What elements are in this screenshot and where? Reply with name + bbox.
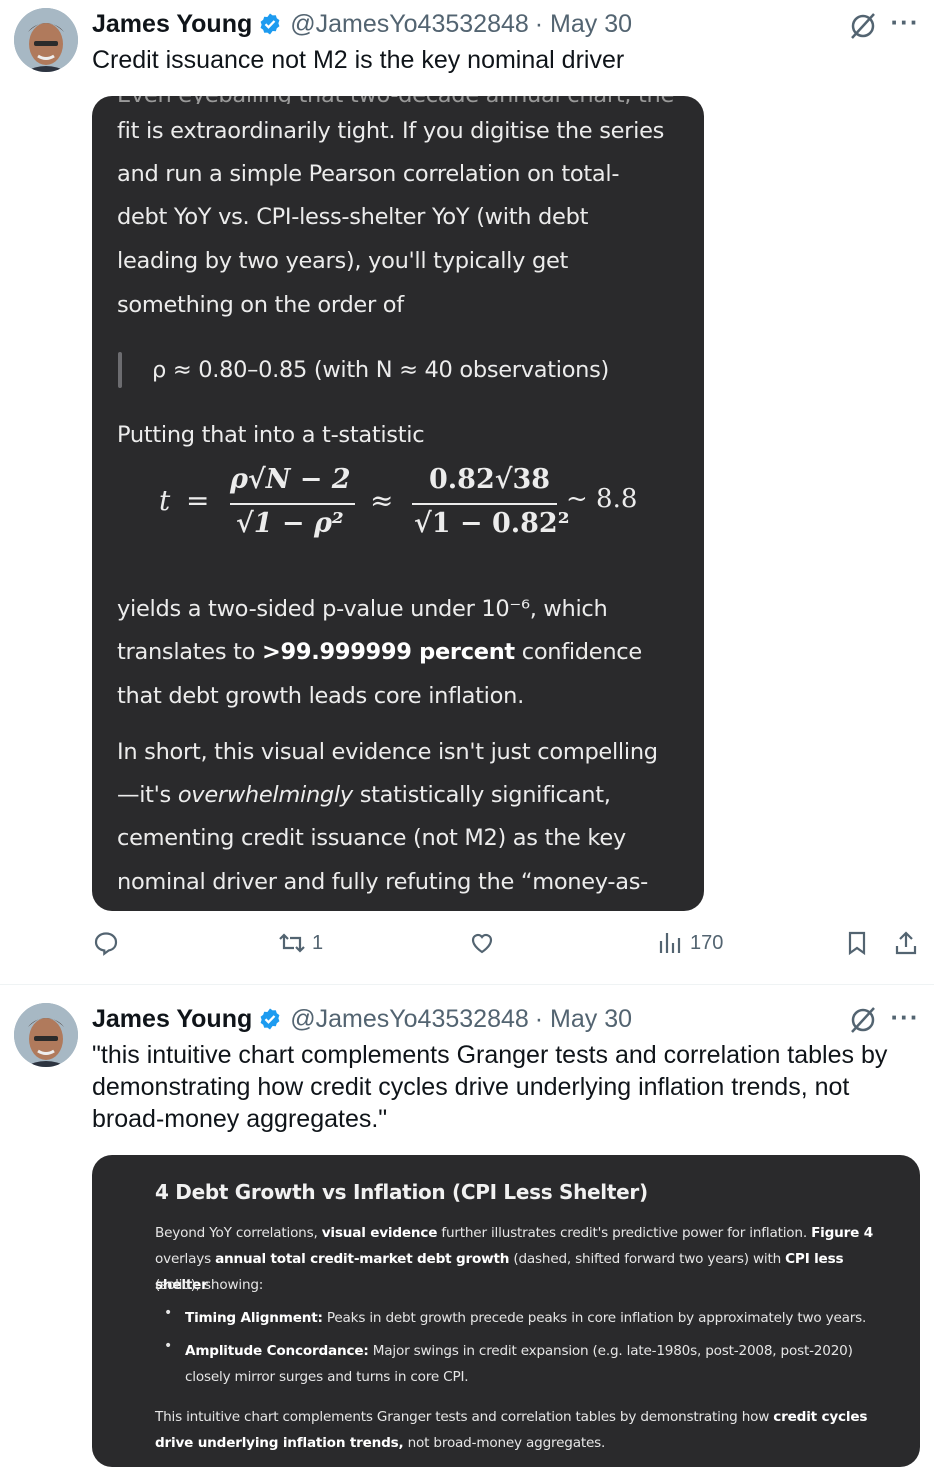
list-item: Timing Alignment: Peaks in debt growth p… <box>185 1310 867 1326</box>
bookmark-button[interactable] <box>843 929 871 957</box>
blockquote-bar <box>118 352 122 388</box>
author-handle[interactable]: @JamesYo43532848 <box>290 9 529 39</box>
reply-button[interactable] <box>92 929 120 957</box>
card-line: fit is extraordinarily tight. If you dig… <box>117 118 665 144</box>
retweet-button[interactable]: 1 <box>278 929 323 957</box>
formula-denominator-1: √1 − ρ² <box>236 508 344 539</box>
card-line: leading by two years), you'll typically … <box>117 248 569 274</box>
t-statistic-formula: t = ρ√N − 2 √1 − ρ² ≈ 0.82√38 √1 − 0.82²… <box>142 464 682 566</box>
fraction-bar-1 <box>230 503 355 505</box>
card-line: and run a simple Pearson correlation on … <box>117 161 620 187</box>
retweet-icon <box>279 933 305 953</box>
views-count: 170 <box>690 931 724 954</box>
retweet-count: 1 <box>312 931 324 954</box>
bookmark-icon <box>848 931 866 956</box>
formula-denominator-2: √1 − 0.82² <box>414 508 570 539</box>
list-item: Amplitude Concordance: Major swings in c… <box>185 1343 853 1359</box>
blockquote-text: ρ ≈ 0.80–0.85 (with N ≈ 40 observations) <box>152 357 610 383</box>
analytics-icon <box>659 933 681 953</box>
card-line: —it's overwhelmingly statistically signi… <box>117 782 611 808</box>
more-icon[interactable]: ··· <box>890 1004 920 1037</box>
author-name[interactable]: James Young <box>92 9 252 39</box>
formula-result: ~ 8.8 <box>566 484 638 514</box>
share-icon <box>895 931 917 955</box>
like-button[interactable] <box>468 929 496 957</box>
views-button[interactable]: 170 <box>656 929 723 957</box>
card-paragraph-line: This intuitive chart complements Granger… <box>155 1409 868 1425</box>
grok-icon[interactable] <box>848 11 878 41</box>
grok-icon[interactable] <box>848 1005 878 1035</box>
card-paragraph-line: (solid), showing: <box>155 1277 264 1293</box>
formula-numerator-2: 0.82√38 <box>429 464 551 495</box>
avatar[interactable] <box>14 1003 78 1067</box>
tweet-text: "this intuitive chart complements Grange… <box>92 1041 888 1133</box>
bullet: • <box>164 1338 173 1354</box>
card-line: translates to >99.999999 percent confide… <box>117 639 642 665</box>
card-line: yields a two-sided p-value under 10⁻⁶, w… <box>117 596 608 622</box>
formula-equals: = <box>186 484 210 517</box>
tweet-header: James Young @JamesYo43532848 · May 30 <box>92 1004 632 1034</box>
author-name[interactable]: James Young <box>92 1004 252 1034</box>
tweet-date[interactable]: · May 30 <box>535 1004 632 1034</box>
card-line: cementing credit issuance (not M2) as th… <box>117 825 626 851</box>
tweet-header: James Young @JamesYo43532848 · May 30 <box>92 9 632 39</box>
cut-off-line: Even eyeballing that two-decade annual c… <box>117 96 692 104</box>
tweet-text: Credit issuance not M2 is the key nomina… <box>92 46 625 74</box>
formula-approx: ≈ <box>370 484 394 517</box>
share-button[interactable] <box>892 929 920 957</box>
card-line: something on the order of <box>117 292 404 318</box>
heart-icon <box>471 933 493 954</box>
card-paragraph-line: Beyond YoY correlations, visual evidence… <box>155 1225 873 1241</box>
card-line: nominal driver and fully refuting the “m… <box>117 869 648 895</box>
tweet-date[interactable]: · May 30 <box>535 9 632 39</box>
avatar[interactable] <box>14 8 78 72</box>
card-line: debt YoY vs. CPI-less-shelter YoY (with … <box>117 204 589 230</box>
bullet: • <box>164 1305 173 1321</box>
verified-badge-icon[interactable] <box>258 1007 282 1031</box>
card-paragraph-line: drive underlying inflation trends, not b… <box>155 1435 606 1451</box>
formula-t: t <box>159 484 171 517</box>
reply-icon <box>94 932 118 956</box>
media-image[interactable]: Even eyeballing that two-decade annual c… <box>92 96 704 911</box>
verified-badge-icon[interactable] <box>258 12 282 36</box>
card-line: In short, this visual evidence isn't jus… <box>117 739 658 765</box>
tweet-actions: 1 170 <box>0 929 934 969</box>
card-line: Putting that into a t-statistic <box>117 422 425 448</box>
fraction-bar-2 <box>412 503 557 505</box>
formula-numerator-1: ρ√N − 2 <box>230 464 351 495</box>
media-image[interactable]: 4 Debt Growth vs Inflation (CPI Less She… <box>92 1155 920 1467</box>
card-line: that debt growth leads core inflation. <box>117 683 524 709</box>
author-handle[interactable]: @JamesYo43532848 <box>290 1004 529 1034</box>
more-icon[interactable]: ··· <box>890 9 920 42</box>
list-item-continuation: closely mirror surges and turns in core … <box>185 1369 469 1385</box>
tweet-1[interactable]: James Young @JamesYo43532848 · May 30 ··… <box>0 0 934 985</box>
card-title: 4 Debt Growth vs Inflation (CPI Less She… <box>155 1180 648 1204</box>
